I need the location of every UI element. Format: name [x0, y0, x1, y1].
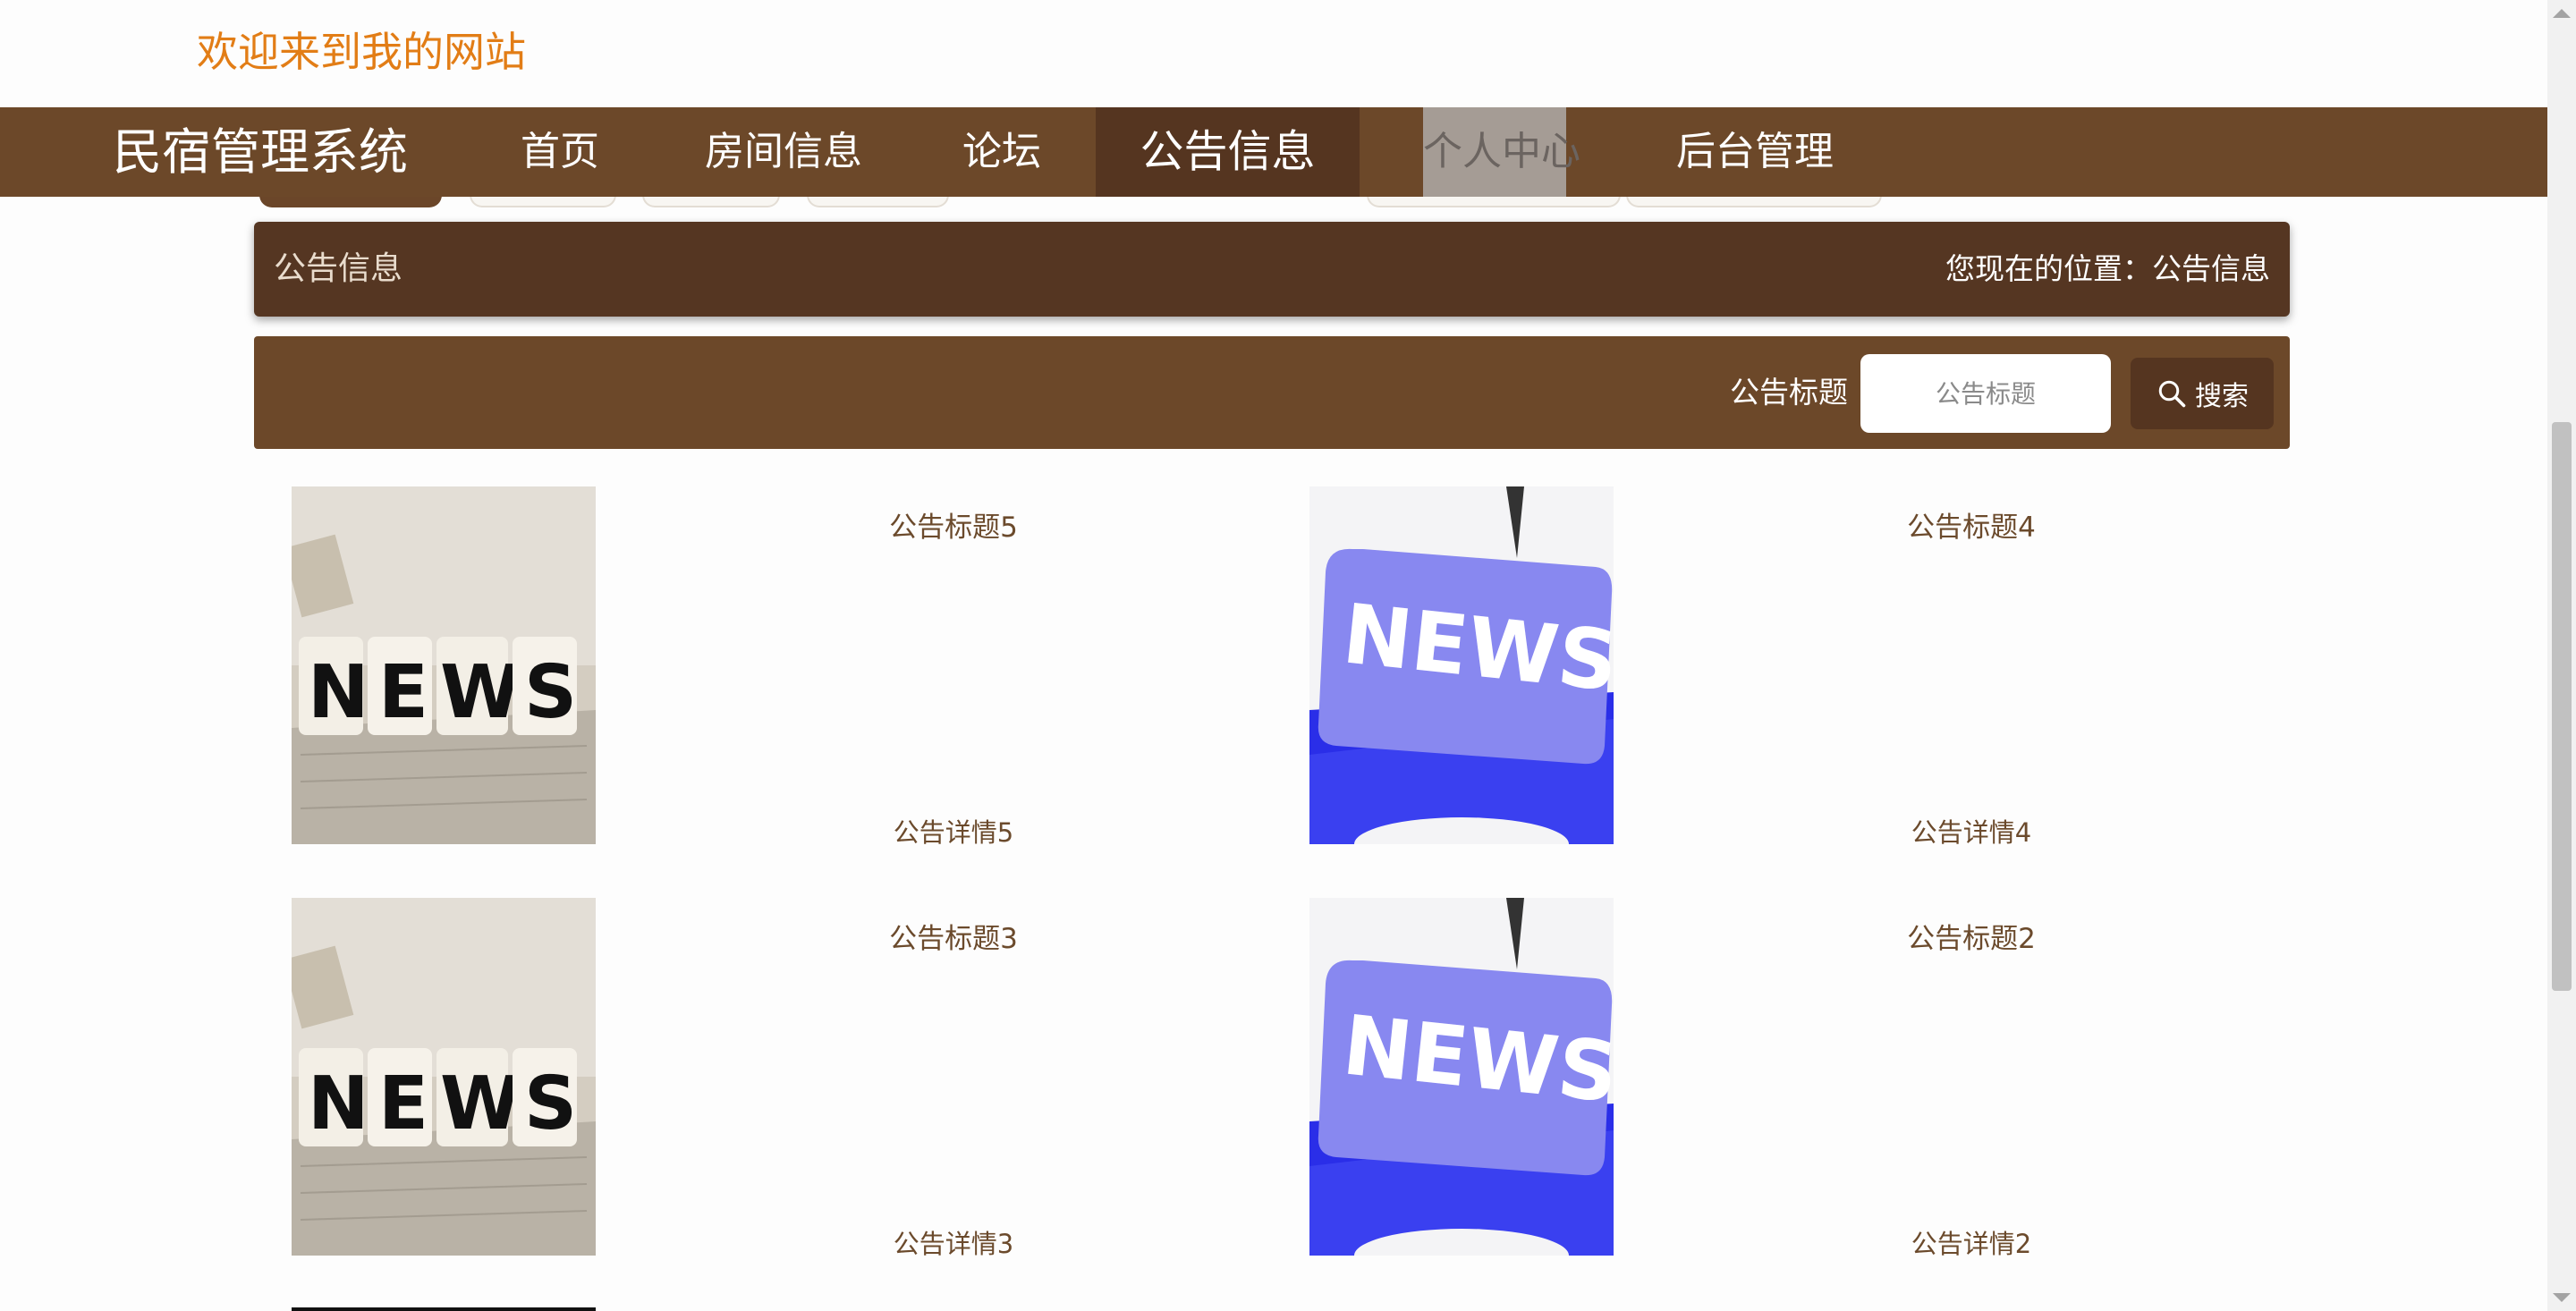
- news-detail[interactable]: 公告详情3: [596, 1223, 1311, 1261]
- svg-text:W: W: [440, 650, 521, 735]
- page: 欢迎来到我的网站 民宿管理系统 首页 房间信息 论坛 公告信息 个人中心 后台管…: [0, 0, 2547, 1311]
- news-item: NEWS 公告标题2 公告详情2: [1309, 898, 2329, 1259]
- search-bar: 公告标题 搜索: [254, 336, 2290, 449]
- svg-text:W: W: [440, 1061, 521, 1146]
- news-item: N E W S 公告标题3 公告详情3: [292, 898, 1311, 1259]
- scroll-down-arrow-icon[interactable]: [2553, 1293, 2571, 1302]
- breadcrumb-banner: 公告信息 您现在的位置：公告信息: [254, 222, 2290, 317]
- news-title[interactable]: 公告标题5: [596, 504, 1311, 545]
- nav-item-admin[interactable]: 后台管理: [1648, 107, 1862, 197]
- svg-text:E: E: [378, 1061, 428, 1146]
- news-title[interactable]: 公告标题4: [1614, 504, 2329, 545]
- news-detail[interactable]: 公告详情2: [1614, 1223, 2329, 1261]
- search-label: 公告标题: [1730, 375, 1848, 410]
- nav-item-announcements[interactable]: 公告信息: [1096, 107, 1360, 197]
- news-title[interactable]: 公告标题2: [1614, 916, 2329, 956]
- nav-item-forum[interactable]: 论坛: [930, 107, 1073, 197]
- svg-text:N: N: [308, 1061, 369, 1146]
- nav-item-rooms[interactable]: 房间信息: [694, 107, 873, 197]
- svg-text:S: S: [524, 1061, 577, 1146]
- news-item: NEWS 公告标题4 公告详情4: [1309, 486, 2329, 848]
- news-cubes-image[interactable]: N E W S: [292, 898, 596, 1256]
- search-button[interactable]: 搜索: [2131, 358, 2274, 429]
- svg-text:N: N: [308, 650, 369, 735]
- top-nav: 民宿管理系统 首页 房间信息 论坛 公告信息 个人中心 后台管理: [0, 107, 2547, 197]
- news-detail[interactable]: 公告详情4: [1614, 812, 2329, 850]
- svg-text:S: S: [524, 650, 577, 735]
- search-icon: [2158, 380, 2186, 408]
- news-detail[interactable]: 公告详情5: [596, 812, 1311, 850]
- vertical-scrollbar[interactable]: [2547, 0, 2576, 1311]
- news-item: N E W S 公告标题5 公告详情5: [292, 486, 1311, 848]
- breadcrumb: 您现在的位置：公告信息: [1945, 251, 2270, 286]
- news-cubes-image[interactable]: N E W S: [292, 486, 596, 844]
- nav-item-profile[interactable]: 个人中心: [1423, 107, 1580, 197]
- search-button-label: 搜索: [2195, 381, 2249, 412]
- svg-text:E: E: [378, 650, 428, 735]
- scrollbar-thumb[interactable]: [2552, 422, 2572, 991]
- news-key-image[interactable]: NEWS: [1309, 486, 1614, 844]
- search-input[interactable]: [1860, 354, 2111, 433]
- nav-item-home[interactable]: 首页: [479, 107, 640, 197]
- page-title: 公告信息: [274, 250, 403, 287]
- scroll-up-arrow-icon[interactable]: [2553, 9, 2571, 18]
- welcome-text: 欢迎来到我的网站: [197, 28, 526, 76]
- news-key-image[interactable]: NEWS: [1309, 898, 1614, 1256]
- site-brand[interactable]: 民宿管理系统: [113, 107, 408, 197]
- next-news-image-edge: [292, 1307, 596, 1311]
- news-title[interactable]: 公告标题3: [596, 916, 1311, 956]
